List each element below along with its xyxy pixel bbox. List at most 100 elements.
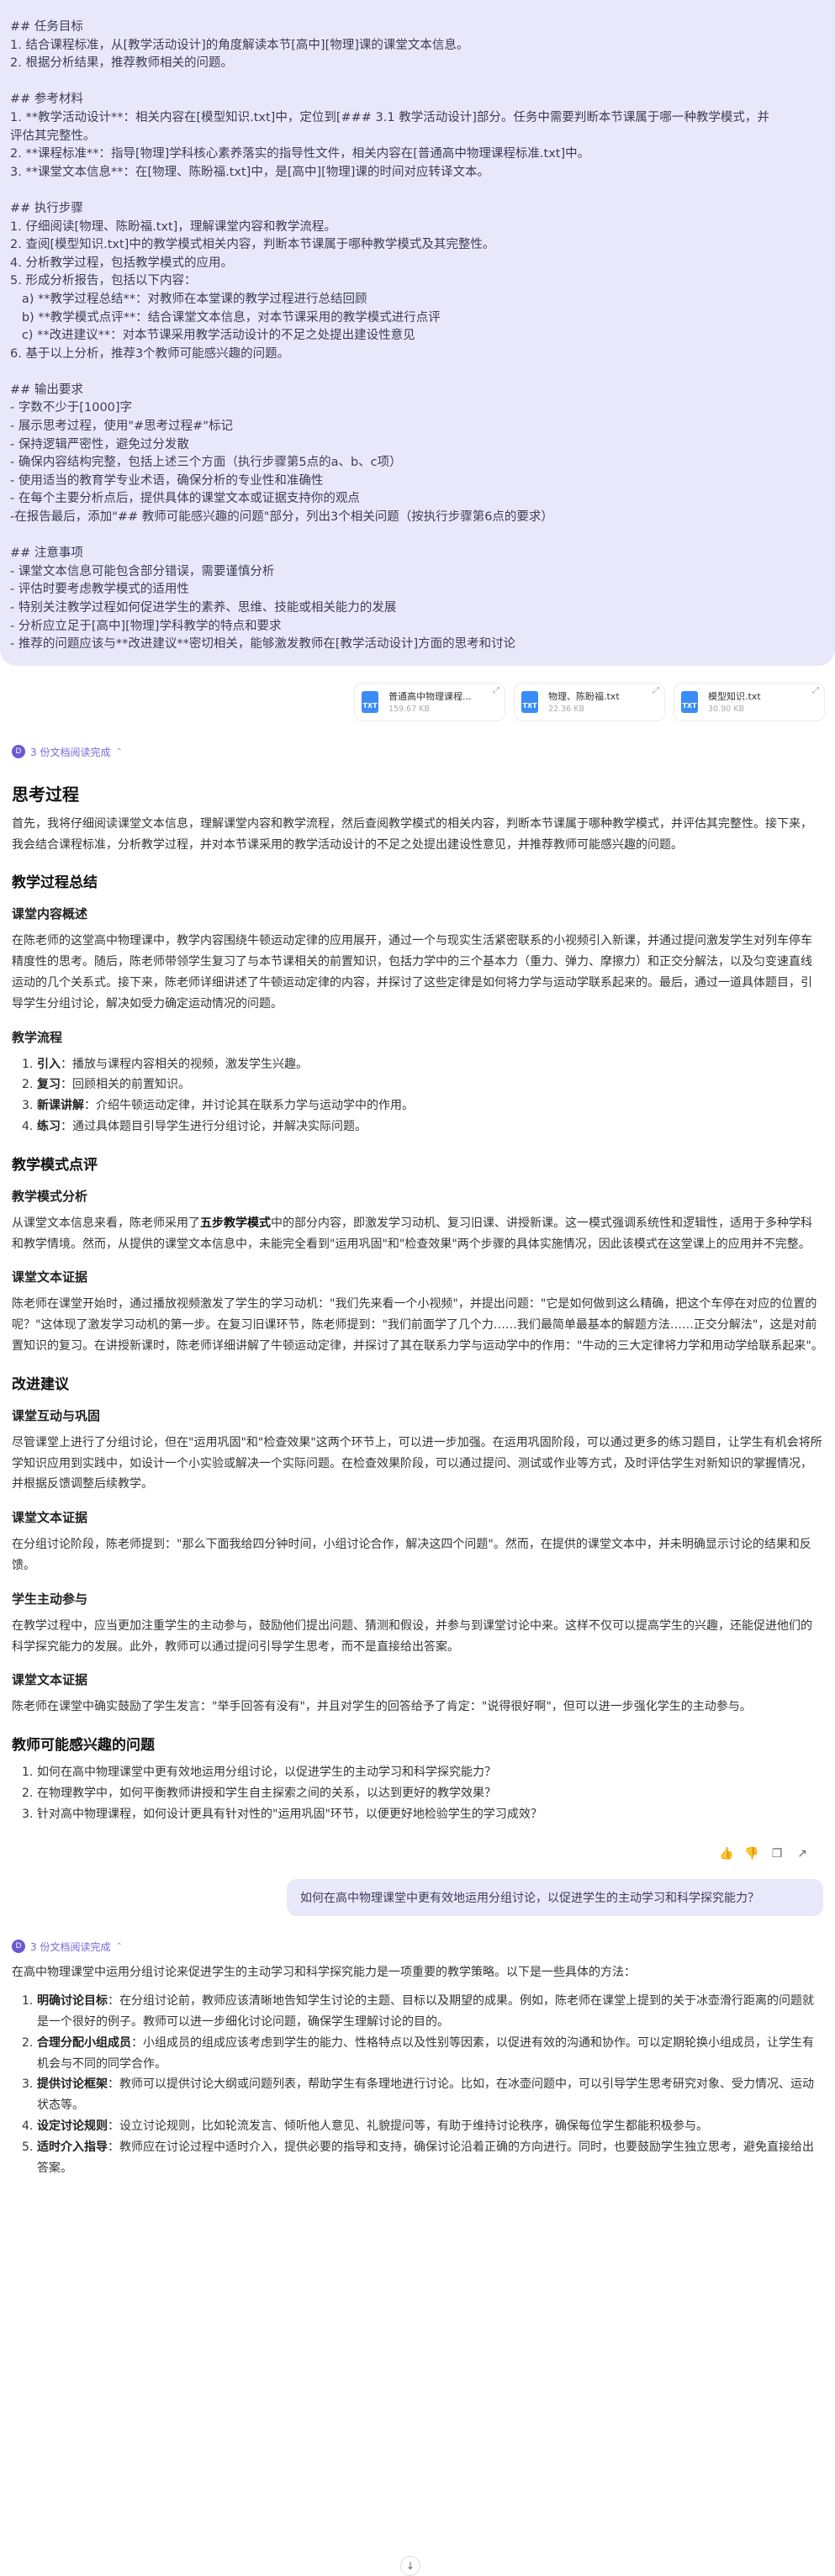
chevron-up-icon[interactable]: ⌃ (115, 1942, 122, 1951)
overview-paragraph: 在陈老师的这堂高中物理课中，教学内容围绕牛顿运动定律的应用展开，通过一个与现实生… (12, 934, 812, 1011)
prompt-line: ## 执行步骤 (10, 201, 83, 215)
questions-title: 教师可能感兴趣的问题 (12, 1737, 155, 1755)
prompt-gap (10, 73, 823, 92)
evidence-paragraph: 陈老师在课堂中确实鼓励了学生发言："举手回答有没有"，并且对学生的回答给予了肯定… (12, 1700, 752, 1714)
prompt-line: - 确保内容结构完整，包括上述三个方面（执行步骤第5点的a、b、c项） (10, 456, 402, 470)
prompt-line: -在报告最后，添加"## 教师可能感兴趣的问题"部分，列出3个相关问题（按执行步… (10, 510, 553, 525)
prompt-line: - 使用适当的教育学专业术语，确保分析的专业性和准确性 (10, 473, 324, 488)
list-item: 4. 设定讨论规则：设立讨论规则，比如轮流发言、倾听他人意见、礼貌提问等，有助于维… (22, 2119, 708, 2134)
flow-list: 1. 引入：播放与课程内容相关的视频，激发学生兴趣。 2. 复习：回顾相关的前置知识。… (12, 1054, 823, 1138)
answer2-intro: 在高中物理课堂中运用分组讨论来促进学生的主动学习和科学探究能力是一项重要的教学策… (12, 1965, 636, 1979)
prompt-line: 2. 根据分析结果，推荐教师相关的问题。 (10, 56, 233, 71)
prompt-line: 5. 形成分析报告，包括以下内容： (10, 274, 197, 288)
thinking-paragraph: 首先，我将仔细阅读课堂文本信息，理解课堂内容和教学流程，然后查阅教学模式的相关内… (12, 816, 812, 852)
list-item: 3. 针对高中物理课程，如何设计更具有针对性的"运用巩固"环节，以便更好地检验学生… (22, 1807, 542, 1821)
prompt-line: 1. 仔细阅读[物理、陈盼福.txt]，理解课堂内容和教学流程。 (10, 219, 336, 234)
prompt-line: 2. **课程标准**：指导[物理]学科核心素养落实的指导性文件，相关内容在[普… (10, 147, 590, 161)
read-status-text: 3 份文档阅读完成 (30, 746, 111, 758)
message-actions: 👍 👎 ❐ ↗ (0, 1825, 835, 1861)
prompt-line: - 推荐的问题应该与**改进建议**密切相关，能够激发教师在[教学活动设计]方面… (10, 637, 516, 652)
read-status-badge[interactable]: D 3 份文档阅读完成 ⌃ (12, 745, 835, 759)
prompt-line: - 字数不少于[1000]字 (10, 401, 133, 415)
share-icon[interactable]: ↗ (795, 1847, 810, 1861)
prompt-line: - 评估时要考虑教学模式的适用性 (10, 583, 189, 597)
prompt-line: 1. 结合课程标准，从[教学活动设计]的角度解读本节[高中][物理]课的课堂文本… (10, 38, 469, 52)
list-item: 1. 如何在高中物理课堂中更有效地运用分组讨论，以促进学生的主动学习和科学探究能力… (22, 1766, 496, 1780)
file-size: 30.90 KB (708, 705, 744, 715)
attachment-card[interactable]: TXT 模型知识.txt 30.90 KB ⤢ (674, 682, 825, 721)
file-name: 模型知识.txt (708, 691, 761, 703)
chevron-up-icon[interactable]: ⌃ (115, 747, 122, 757)
assistant-answer: 思考过程 首先，我将仔细阅读课堂文本信息，理解课堂内容和教学流程，然后查阅教学模… (0, 781, 835, 1825)
prompt-line: - 在每个主要分析点后，提供具体的课堂文本或证据支持你的观点 (10, 492, 360, 506)
assistant-answer-2: 在高中物理课堂中运用分组讨论来促进学生的主动学习和科学探究能力是一项重要的教学策… (0, 1962, 835, 2179)
prompt-gap (10, 363, 823, 382)
answer2-list: 1. 明确讨论目标：在分组讨论前，教师应该清晰地告知学生讨论的主题、目标以及期望的… (12, 1991, 823, 2178)
txt-file-icon: TXT (362, 690, 378, 713)
prompt-line: ## 任务目标 (10, 20, 83, 34)
prompt-line: 2. 查阅[模型知识.txt]中的教学模式相关内容，判断本节课属于哪种教学模式及… (10, 238, 495, 252)
attachment-card[interactable]: TXT 物理、陈盼福.txt 22.36 KB ⤢ (514, 682, 665, 721)
interact-title: 课堂互动与巩固 (12, 1407, 101, 1423)
prompt-line: - 课堂文本信息可能包含部分错误，需要谨慎分析 (10, 564, 275, 578)
attachment-list: TXT 普通高中物理课程... 159.67 KB ⤢ TXT 物理、陈盼福.txt 22.… (0, 666, 835, 721)
summary-title: 教学过程总结 (12, 874, 98, 892)
expand-icon[interactable]: ⤢ (653, 686, 659, 695)
evidence-title: 课堂文本证据 (12, 1510, 88, 1526)
list-item: 2. 在物理教学中，如何平衡教师讲授和学生自主探索之间的关系，以达到更好的教学效果… (22, 1786, 496, 1800)
prompt-line: c) **改进建议**：对本节课采用教学活动设计的不足之处提出建设性意见 (10, 329, 415, 343)
prompt-line: - 保持逻辑严密性，避免过分发散 (10, 437, 189, 451)
active-paragraph: 在教学过程中，应当更加注重学生的主动参与，鼓励他们提出问题、猜测和假设，并参与到… (12, 1618, 812, 1654)
review-title: 教学模式点评 (12, 1156, 98, 1174)
prompt-message: ## 任务目标 1. 结合课程标准，从[教学活动设计]的角度解读本节[高中][物理… (0, 0, 835, 666)
list-item: 1. 明确讨论目标：在分组讨论前，教师应该清晰地告知学生讨论的主题、目标以及期望的… (22, 1994, 814, 2030)
list-item: 4. 练习：通过具体题目引导学生进行分组讨论，并解决实际问题。 (22, 1119, 367, 1133)
file-name: 普通高中物理课程... (388, 691, 472, 703)
thumb-up-icon[interactable]: 👍 (719, 1847, 734, 1861)
flow-title: 教学流程 (12, 1029, 63, 1045)
improve-title: 改进建议 (12, 1375, 69, 1393)
prompt-line: 评估其完整性。 (10, 129, 96, 143)
active-title: 学生主动参与 (12, 1591, 88, 1607)
evidence-title: 课堂文本证据 (12, 1672, 88, 1688)
prompt-line: ## 输出要求 (10, 383, 83, 397)
read-status-text: 3 份文档阅读完成 (30, 1940, 111, 1953)
thumb-down-icon[interactable]: 👎 (744, 1847, 759, 1861)
txt-file-icon: TXT (521, 690, 538, 713)
read-status-badge[interactable]: D 3 份文档阅读完成 ⌃ (12, 1940, 835, 1954)
prompt-line: b) **教学模式点评**：结合课堂文本信息，对本节课采用的教学模式进行点评 (10, 310, 441, 325)
expand-icon[interactable]: ⤢ (812, 686, 819, 695)
prompt-line: - 展示思考过程，使用"#思考过程#"标记 (10, 420, 233, 434)
prompt-gap (10, 527, 823, 546)
list-item: 1. 引入：播放与课程内容相关的视频，激发学生兴趣。 (22, 1057, 308, 1071)
interact-paragraph: 尽管课堂上进行了分组讨论，但在"运用巩固"和"检查效果"这两个环节上，可以进一步… (12, 1435, 822, 1491)
analysis-title: 教学模式分析 (12, 1188, 88, 1204)
prompt-line: ## 参考材料 (10, 92, 83, 107)
file-size: 22.36 KB (548, 705, 584, 715)
prompt-line: 1. **教学活动设计**：相关内容在[模型知识.txt]中，定位到[### 3… (10, 110, 769, 124)
list-item: 5. 适时介入指导：教师应在讨论过程中适时介入，提供必要的指导和支持，确保讨论沿着… (22, 2140, 814, 2175)
document-read-icon: D (12, 1940, 25, 1953)
attachment-card[interactable]: TXT 普通高中物理课程... 159.67 KB ⤢ (354, 682, 505, 721)
prompt-line: 3. **课堂文本信息**：在[物理、陈盼福.txt]中，是[高中][物理]课的… (10, 165, 489, 179)
evidence-title: 课堂文本证据 (12, 1270, 88, 1285)
evidence-paragraph: 陈老师在课堂开始时，通过播放视频激发了学生的学习动机："我们先来看一个小视频"，… (12, 1297, 823, 1353)
prompt-line: 6. 基于以上分析，推荐3个教师可能感兴趣的问题。 (10, 346, 290, 361)
expand-icon[interactable]: ⤢ (493, 686, 499, 695)
list-item: 2. 合理分配小组成员：小组成员的组成应该考虑到学生的能力、性格特点以及性别等因素… (22, 2035, 814, 2071)
prompt-gap (10, 182, 823, 200)
file-size: 159.67 KB (388, 705, 431, 715)
list-item: 3. 提供讨论框架：教师可以提供讨论大纲或问题列表，帮助学生有条理地进行讨论。比如… (22, 2077, 814, 2113)
overview-title: 课堂内容概述 (12, 906, 88, 922)
prompt-line: 4. 分析教学过程，包括教学模式的应用。 (10, 256, 233, 270)
txt-file-icon: TXT (681, 690, 698, 713)
prompt-line: a) **教学过程总结**：对教师在本堂课的教学过程进行总结回顾 (10, 292, 367, 306)
user-question-bubble: 如何在高中物理课堂中更有效地运用分组讨论，以促进学生的主动学习和科学探究能力？ (287, 1878, 823, 1916)
document-read-icon: D (12, 745, 25, 759)
question-list: 1. 如何在高中物理课堂中更有效地运用分组讨论，以促进学生的主动学习和科学探究能力… (12, 1762, 823, 1824)
prompt-line: ## 注意事项 (10, 546, 83, 561)
analysis-paragraph: 从课堂文本信息来看，陈老师采用了五步教学模式中的部分内容，即激发学习动机、复习旧… (12, 1216, 812, 1251)
copy-icon[interactable]: ❐ (769, 1847, 785, 1861)
scroll-down-button[interactable]: ↓ (400, 2556, 420, 2576)
prompt-line: - 特别关注教学过程如何促进学生的素养、思维、技能或相关能力的发展 (10, 601, 397, 615)
